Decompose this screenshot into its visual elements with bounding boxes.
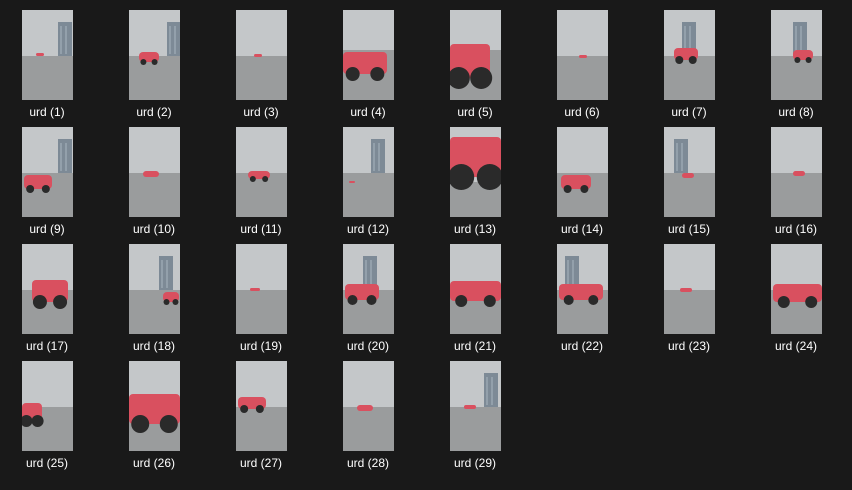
file-name-label[interactable]: urd (10) xyxy=(109,221,199,237)
video-thumbnail-icon[interactable] xyxy=(450,127,501,217)
file-item[interactable]: urd (11) xyxy=(216,127,306,241)
file-item[interactable]: urd (1) xyxy=(2,10,92,124)
video-thumbnail-icon[interactable] xyxy=(236,127,287,217)
file-item[interactable]: urd (9) xyxy=(2,127,92,241)
file-item[interactable]: urd (6) xyxy=(537,10,627,124)
file-item[interactable]: urd (15) xyxy=(644,127,734,241)
file-name-label[interactable]: urd (19) xyxy=(216,338,306,354)
video-thumbnail-icon[interactable] xyxy=(22,10,73,100)
video-thumbnail-icon[interactable] xyxy=(664,127,715,217)
file-item[interactable]: urd (26) xyxy=(109,361,199,475)
file-item[interactable]: urd (25) xyxy=(2,361,92,475)
file-name-label[interactable]: urd (7) xyxy=(644,104,734,120)
video-thumbnail-icon[interactable] xyxy=(771,127,822,217)
video-thumbnail-icon[interactable] xyxy=(557,10,608,100)
file-name-label[interactable]: urd (25) xyxy=(2,455,92,471)
video-thumbnail-icon[interactable] xyxy=(22,361,73,451)
file-grid: urd (1) urd (2) urd (3) urd (4) urd (5) urd (… xyxy=(0,0,852,490)
video-thumbnail-icon[interactable] xyxy=(129,361,180,451)
video-thumbnail-icon[interactable] xyxy=(343,127,394,217)
file-item[interactable]: urd (27) xyxy=(216,361,306,475)
file-item[interactable]: urd (7) xyxy=(644,10,734,124)
file-name-label[interactable]: urd (26) xyxy=(109,455,199,471)
file-item[interactable]: urd (17) xyxy=(2,244,92,358)
file-name-label[interactable]: urd (1) xyxy=(2,104,92,120)
file-name-label[interactable]: urd (20) xyxy=(323,338,413,354)
file-name-label[interactable]: urd (17) xyxy=(2,338,92,354)
video-thumbnail-icon[interactable] xyxy=(343,10,394,100)
video-thumbnail-icon[interactable] xyxy=(129,10,180,100)
video-thumbnail-icon[interactable] xyxy=(236,10,287,100)
video-thumbnail-icon[interactable] xyxy=(236,244,287,334)
file-name-label[interactable]: urd (29) xyxy=(430,455,520,471)
file-item[interactable]: urd (14) xyxy=(537,127,627,241)
file-item[interactable]: urd (16) xyxy=(751,127,841,241)
video-thumbnail-icon[interactable] xyxy=(664,10,715,100)
file-item[interactable]: urd (18) xyxy=(109,244,199,358)
file-name-label[interactable]: urd (24) xyxy=(751,338,841,354)
video-thumbnail-icon[interactable] xyxy=(771,244,822,334)
file-item[interactable]: urd (29) xyxy=(430,361,520,475)
file-item[interactable]: urd (20) xyxy=(323,244,413,358)
file-name-label[interactable]: urd (2) xyxy=(109,104,199,120)
video-thumbnail-icon[interactable] xyxy=(129,244,180,334)
video-thumbnail-icon[interactable] xyxy=(557,244,608,334)
file-name-label[interactable]: urd (28) xyxy=(323,455,413,471)
video-thumbnail-icon[interactable] xyxy=(236,361,287,451)
file-item[interactable]: urd (12) xyxy=(323,127,413,241)
video-thumbnail-icon[interactable] xyxy=(22,244,73,334)
file-name-label[interactable]: urd (6) xyxy=(537,104,627,120)
file-name-label[interactable]: urd (23) xyxy=(644,338,734,354)
file-item[interactable]: urd (24) xyxy=(751,244,841,358)
video-thumbnail-icon[interactable] xyxy=(343,361,394,451)
file-item[interactable]: urd (19) xyxy=(216,244,306,358)
file-item[interactable]: urd (21) xyxy=(430,244,520,358)
file-item[interactable]: urd (13) xyxy=(430,127,520,241)
video-thumbnail-icon[interactable] xyxy=(129,127,180,217)
file-name-label[interactable]: urd (14) xyxy=(537,221,627,237)
file-item[interactable]: urd (3) xyxy=(216,10,306,124)
file-name-label[interactable]: urd (16) xyxy=(751,221,841,237)
file-name-label[interactable]: urd (21) xyxy=(430,338,520,354)
file-name-label[interactable]: urd (11) xyxy=(216,221,306,237)
file-item[interactable]: urd (2) xyxy=(109,10,199,124)
video-thumbnail-icon[interactable] xyxy=(664,244,715,334)
file-name-label[interactable]: urd (27) xyxy=(216,455,306,471)
video-thumbnail-icon[interactable] xyxy=(450,244,501,334)
file-item[interactable]: urd (4) xyxy=(323,10,413,124)
video-thumbnail-icon[interactable] xyxy=(450,10,501,100)
file-item[interactable]: urd (10) xyxy=(109,127,199,241)
file-name-label[interactable]: urd (8) xyxy=(751,104,841,120)
file-name-label[interactable]: urd (13) xyxy=(430,221,520,237)
video-thumbnail-icon[interactable] xyxy=(22,127,73,217)
video-thumbnail-icon[interactable] xyxy=(450,361,501,451)
video-thumbnail-icon[interactable] xyxy=(343,244,394,334)
file-item[interactable]: urd (22) xyxy=(537,244,627,358)
file-item[interactable]: urd (5) xyxy=(430,10,520,124)
file-item[interactable]: urd (8) xyxy=(751,10,841,124)
video-thumbnail-icon[interactable] xyxy=(771,10,822,100)
file-name-label[interactable]: urd (18) xyxy=(109,338,199,354)
file-name-label[interactable]: urd (5) xyxy=(430,104,520,120)
video-thumbnail-icon[interactable] xyxy=(557,127,608,217)
file-name-label[interactable]: urd (4) xyxy=(323,104,413,120)
file-name-label[interactable]: urd (3) xyxy=(216,104,306,120)
file-name-label[interactable]: urd (22) xyxy=(537,338,627,354)
file-name-label[interactable]: urd (12) xyxy=(323,221,413,237)
file-name-label[interactable]: urd (9) xyxy=(2,221,92,237)
file-name-label[interactable]: urd (15) xyxy=(644,221,734,237)
file-item[interactable]: urd (23) xyxy=(644,244,734,358)
file-item[interactable]: urd (28) xyxy=(323,361,413,475)
